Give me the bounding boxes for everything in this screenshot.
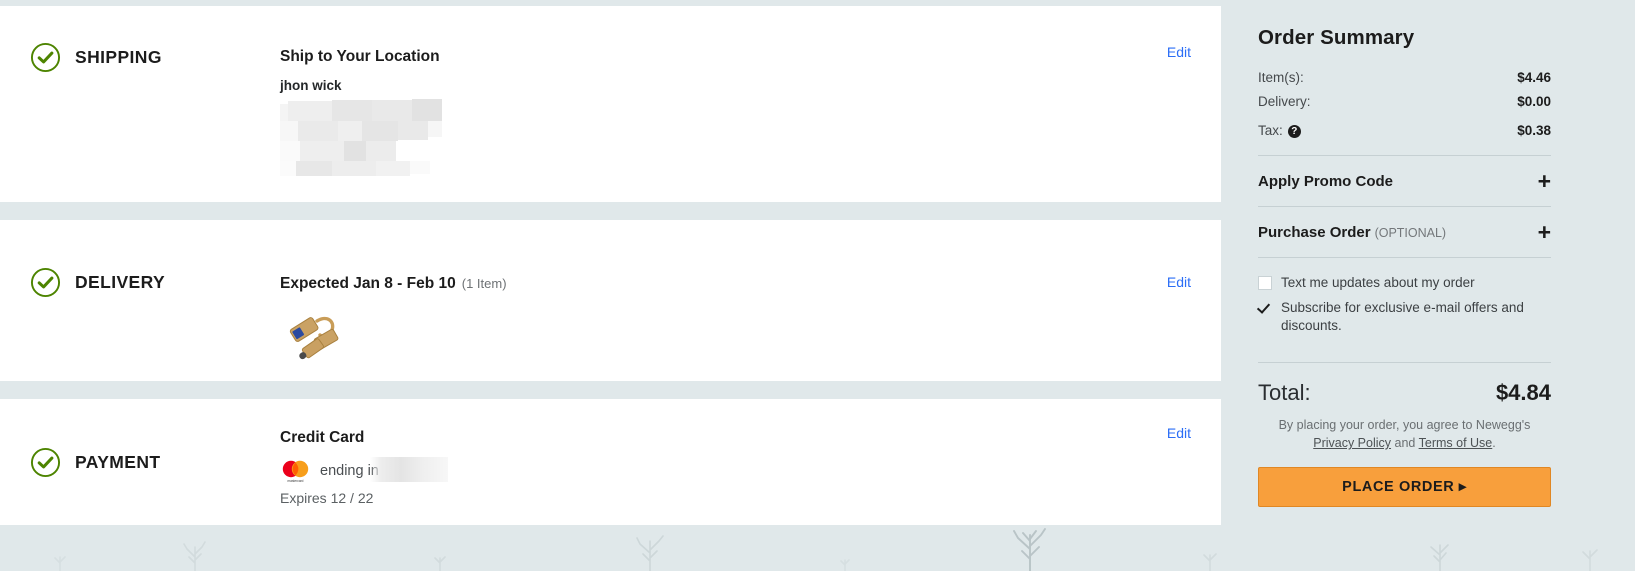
place-order-button[interactable]: PLACE ORDER ▸ xyxy=(1258,466,1551,507)
shipping-step-label: SHIPPING xyxy=(75,47,162,67)
payment-card-row: mastercard ending in xyxy=(280,457,448,483)
edit-payment-link[interactable]: Edit xyxy=(1167,425,1191,441)
order-total-row: Total: $4.84 xyxy=(1258,363,1551,406)
legal-disclaimer: By placing your order, you agree to Newe… xyxy=(1258,417,1551,453)
summary-line-tax-label-group: Tax: ? xyxy=(1258,123,1301,138)
order-summary-panel: Order Summary Item(s): $4.46 Delivery: $… xyxy=(1240,0,1635,571)
payment-step-label: PAYMENT xyxy=(75,452,161,472)
delivery-details: Expected Jan 8 - Feb 10 (1 Item) xyxy=(280,275,507,364)
legal-suffix: . xyxy=(1492,436,1496,451)
check-circle-icon xyxy=(30,447,61,478)
shipping-method-title: Ship to Your Location xyxy=(280,48,440,65)
check-circle-icon xyxy=(30,267,61,298)
delivery-step-header: DELIVERY xyxy=(30,267,165,298)
option-text-updates[interactable]: Text me updates about my order xyxy=(1258,274,1551,292)
option-text-updates-label: Text me updates about my order xyxy=(1281,275,1475,290)
shipping-recipient-name: jhon wick xyxy=(280,78,342,94)
summary-options-list: Text me updates about my order Subscribe… xyxy=(1258,258,1551,345)
section-delivery: DELIVERY Expected Jan 8 - Feb 10 (1 Item) xyxy=(0,220,1221,381)
edit-delivery-link[interactable]: Edit xyxy=(1167,274,1191,290)
shipping-details: Ship to Your Location jhon wick xyxy=(280,48,444,177)
check-circle-icon xyxy=(30,42,61,73)
order-summary-title: Order Summary xyxy=(1258,26,1415,49)
section-shipping: SHIPPING Ship to Your Location jhon wick xyxy=(0,6,1221,202)
legal-prefix: By placing your order, you agree to Newe… xyxy=(1278,418,1531,433)
terms-of-use-link[interactable]: Terms of Use xyxy=(1419,436,1493,450)
purchase-order-row[interactable]: Purchase Order (OPTIONAL) + xyxy=(1258,207,1551,257)
apply-promo-code-row[interactable]: Apply Promo Code + xyxy=(1258,156,1551,206)
shipping-address-redacted xyxy=(280,98,444,177)
legal-and: and xyxy=(1394,436,1416,451)
payment-method-title: Credit Card xyxy=(280,429,365,446)
apply-promo-code-label: Apply Promo Code xyxy=(1258,173,1394,190)
plus-icon[interactable]: + xyxy=(1538,170,1551,193)
delivery-estimate: Expected Jan 8 - Feb 10 (1 Item) xyxy=(280,275,507,292)
delivery-product-thumbnail[interactable] xyxy=(283,305,345,364)
summary-line-tax-label: Tax: xyxy=(1258,123,1283,138)
summary-line-items: Item(s): $4.46 xyxy=(1258,70,1551,85)
mastercard-icon: mastercard xyxy=(282,460,309,483)
summary-line-delivery: Delivery: $0.00 xyxy=(1258,94,1551,109)
checkbox-subscribe-offers[interactable] xyxy=(1258,301,1272,315)
purchase-order-optional-label: (OPTIONAL) xyxy=(1374,226,1447,240)
purchase-order-label-group: Purchase Order (OPTIONAL) xyxy=(1258,224,1446,241)
delivery-estimate-text: Expected Jan 8 - Feb 10 xyxy=(280,275,456,292)
delivery-item-count: (1 Item) xyxy=(461,276,507,291)
edit-shipping-link[interactable]: Edit xyxy=(1167,44,1191,60)
privacy-policy-link[interactable]: Privacy Policy xyxy=(1313,436,1391,450)
summary-line-items-value: $4.46 xyxy=(1517,70,1551,85)
order-total-label: Total: xyxy=(1258,380,1311,406)
card-digits-redacted xyxy=(370,457,448,483)
summary-line-delivery-label: Delivery: xyxy=(1258,94,1311,109)
summary-line-items-label: Item(s): xyxy=(1258,70,1304,85)
shipping-step-header: SHIPPING xyxy=(30,42,162,73)
plus-icon[interactable]: + xyxy=(1538,221,1551,244)
card-expiry: Expires 12 / 22 xyxy=(280,490,374,507)
question-mark-icon[interactable]: ? xyxy=(1287,125,1301,138)
delivery-step-label: DELIVERY xyxy=(75,272,166,292)
purchase-order-label: Purchase Order xyxy=(1258,224,1371,241)
checkout-review-page: SHIPPING Ship to Your Location jhon wick xyxy=(0,0,1635,571)
summary-line-tax-value: $0.38 xyxy=(1517,123,1551,138)
svg-text:mastercard: mastercard xyxy=(288,479,304,483)
payment-details: Credit Card mastercard ending in Expires… xyxy=(280,399,448,507)
checkbox-text-updates[interactable] xyxy=(1258,276,1272,290)
option-subscribe-offers[interactable]: Subscribe for exclusive e-mail offers an… xyxy=(1258,299,1551,335)
summary-line-delivery-value: $0.00 xyxy=(1517,94,1551,109)
section-payment: PAYMENT Credit Card mastercard ending in xyxy=(0,399,1221,551)
checkout-sections-column: SHIPPING Ship to Your Location jhon wick xyxy=(0,6,1221,551)
payment-step-header: PAYMENT xyxy=(30,447,160,478)
summary-line-tax: Tax: ? $0.38 xyxy=(1258,123,1551,138)
option-subscribe-offers-label: Subscribe for exclusive e-mail offers an… xyxy=(1281,299,1524,333)
order-total-value: $4.84 xyxy=(1495,380,1551,406)
